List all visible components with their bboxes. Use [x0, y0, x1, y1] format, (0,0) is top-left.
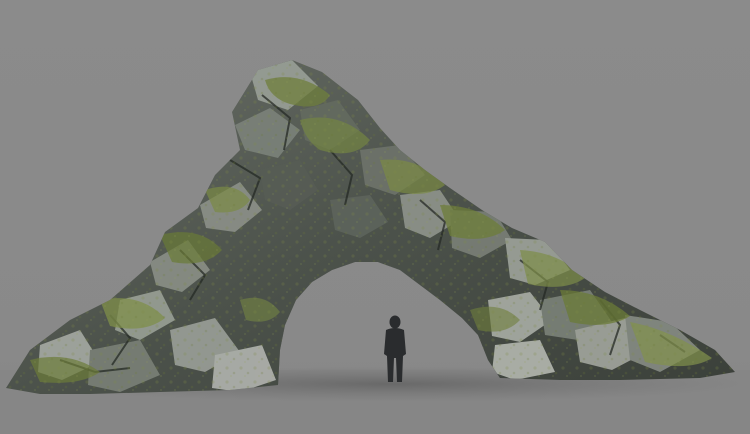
rock-arch-illustration: [0, 0, 750, 434]
scene: [0, 0, 750, 434]
